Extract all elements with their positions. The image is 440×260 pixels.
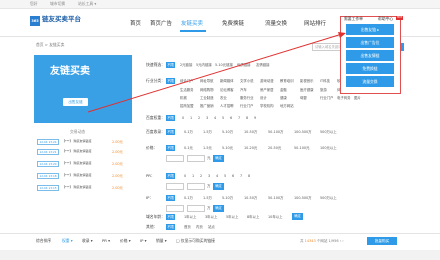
annotation-arrow <box>87 32 346 113</box>
